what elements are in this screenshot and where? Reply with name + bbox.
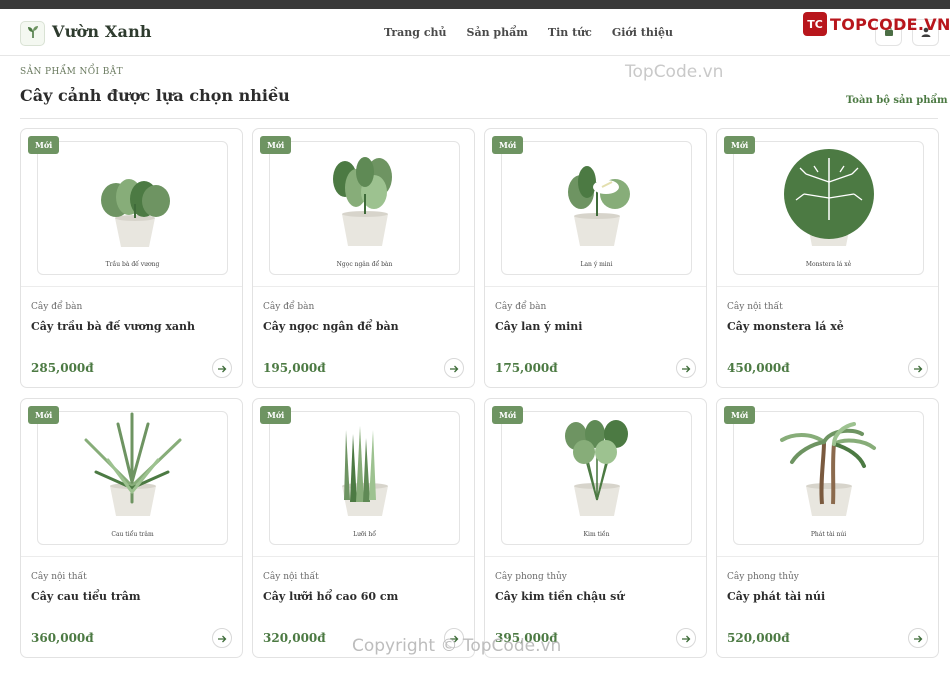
- main-nav: Trang chủ Sản phẩm Tin tức Giới thiệu: [384, 26, 673, 39]
- product-name[interactable]: Cây phát tài núi: [727, 590, 825, 603]
- product-grid: Trầu bà đế vương Mới Cây để bàn Cây trầu…: [20, 128, 939, 658]
- new-badge: Mới: [28, 136, 60, 154]
- section-eyebrow: SẢN PHẨM NỔI BẬT: [20, 67, 124, 77]
- arrow-right-icon: [913, 359, 923, 378]
- product-image: Monstera lá xẻ: [733, 141, 924, 275]
- new-badge: Mới: [260, 136, 292, 154]
- watermark-top: TopCode.vn: [625, 62, 724, 82]
- nav-about[interactable]: Giới thiệu: [612, 26, 673, 39]
- product-category: Cây để bàn: [31, 302, 83, 312]
- section-divider: [20, 118, 938, 119]
- plant-illustration-cau-tieu-tram: [84, 412, 182, 516]
- nav-products[interactable]: Sản phẩm: [467, 26, 528, 39]
- watermark-bottom: Copyright © TopCode.vn: [352, 636, 562, 656]
- product-image: Lan ý mini: [501, 141, 692, 275]
- product-price: 195,000đ: [263, 361, 326, 375]
- plant-illustration-phat-tai-nui: [780, 422, 876, 516]
- product-price: 175,000đ: [495, 361, 558, 375]
- image-caption: Lan ý mini: [580, 261, 613, 268]
- plant-illustration-kim-tien: [565, 420, 628, 516]
- product-price: 520,000đ: [727, 631, 790, 645]
- product-image: Phát tài núi: [733, 411, 924, 545]
- window-top-strip: [0, 0, 950, 9]
- view-product-button[interactable]: [212, 358, 232, 378]
- sprout-icon: [26, 24, 40, 43]
- product-card[interactable]: Cau tiểu trâm Mới Cây nội thất Cây cau t…: [20, 398, 243, 658]
- new-badge: Mới: [724, 406, 756, 424]
- product-price: 360,000đ: [31, 631, 94, 645]
- product-image: Lưỡi hổ: [269, 411, 460, 545]
- new-badge: Mới: [260, 406, 292, 424]
- plant-illustration-luoi-ho: [342, 426, 388, 516]
- new-badge: Mới: [492, 406, 524, 424]
- product-card[interactable]: Lưỡi hổ Mới Cây nội thất Cây lưỡi hổ cao…: [252, 398, 475, 658]
- product-category: Cây phong thủy: [727, 572, 799, 582]
- product-card[interactable]: Kim tiền Mới Cây phong thủy Cây kim tiền…: [484, 398, 707, 658]
- new-badge: Mới: [492, 136, 524, 154]
- arrow-right-icon: [217, 359, 227, 378]
- product-image: Ngọc ngân để bàn: [269, 141, 460, 275]
- product-image: Trầu bà đế vương: [37, 141, 228, 275]
- image-caption: Trầu bà đế vương: [105, 261, 160, 268]
- topcode-text: TOPCODE.VN: [830, 14, 950, 34]
- product-card[interactable]: Phát tài núi Mới Cây phong thủy Cây phát…: [716, 398, 939, 658]
- arrow-right-icon: [681, 359, 691, 378]
- product-price: 285,000đ: [31, 361, 94, 375]
- view-product-button[interactable]: [676, 628, 696, 648]
- image-caption: Ngọc ngân để bàn: [336, 261, 393, 268]
- product-name[interactable]: Cây trầu bà đế vương xanh: [31, 320, 195, 333]
- view-product-button[interactable]: [212, 628, 232, 648]
- image-caption: Cau tiểu trâm: [111, 531, 154, 538]
- arrow-right-icon: [449, 359, 459, 378]
- product-name[interactable]: Cây cau tiểu trâm: [31, 590, 140, 603]
- image-caption: Lưỡi hổ: [353, 531, 376, 538]
- product-category: Cây nội thất: [31, 572, 87, 582]
- product-name[interactable]: Cây lan ý mini: [495, 320, 582, 333]
- nav-news[interactable]: Tin tức: [548, 26, 592, 39]
- product-category: Cây nội thất: [263, 572, 319, 582]
- product-category: Cây nội thất: [727, 302, 783, 312]
- brand-logo[interactable]: [20, 21, 45, 46]
- product-image: Kim tiền: [501, 411, 692, 545]
- plant-illustration-trau-ba: [101, 179, 170, 247]
- product-category: Cây để bàn: [263, 302, 315, 312]
- image-caption: Kim tiền: [583, 531, 610, 538]
- image-caption: Phát tài núi: [810, 531, 847, 538]
- all-products-link[interactable]: Toàn bộ sản phẩm →: [846, 95, 950, 106]
- image-caption: Monstera lá xẻ: [805, 261, 852, 268]
- product-card[interactable]: Lan ý mini Mới Cây để bàn Cây lan ý mini…: [484, 128, 707, 388]
- arrow-right-icon: [913, 629, 923, 648]
- product-image: Cau tiểu trâm: [37, 411, 228, 545]
- product-name[interactable]: Cây kim tiền chậu sứ: [495, 590, 624, 603]
- product-category: Cây để bàn: [495, 302, 547, 312]
- view-product-button[interactable]: [444, 358, 464, 378]
- new-badge: Mới: [28, 406, 60, 424]
- view-product-button[interactable]: [676, 358, 696, 378]
- plant-illustration-lan-y: [568, 166, 630, 246]
- product-card[interactable]: Trầu bà đế vương Mới Cây để bàn Cây trầu…: [20, 128, 243, 388]
- brand-name[interactable]: Vườn Xanh: [52, 22, 152, 41]
- product-price: 320,000đ: [263, 631, 326, 645]
- product-name[interactable]: Cây lưỡi hổ cao 60 cm: [263, 590, 398, 603]
- product-name[interactable]: Cây ngọc ngân để bàn: [263, 320, 399, 333]
- product-category: Cây phong thủy: [495, 572, 567, 582]
- arrow-right-icon: [217, 629, 227, 648]
- plant-illustration-monstera: [784, 149, 874, 246]
- product-card[interactable]: Monstera lá xẻ Mới Cây nội thất Cây mons…: [716, 128, 939, 388]
- view-product-button[interactable]: [908, 628, 928, 648]
- new-badge: Mới: [724, 136, 756, 154]
- product-name[interactable]: Cây monstera lá xẻ: [727, 320, 844, 333]
- topcode-badge: TC TOPCODE.VN: [803, 12, 950, 36]
- section-title: Cây cảnh được lựa chọn nhiều: [20, 86, 290, 105]
- topcode-mark: TC: [803, 12, 827, 36]
- plant-illustration-ngoc-ngan: [333, 157, 392, 246]
- arrow-right-icon: [681, 629, 691, 648]
- product-price: 450,000đ: [727, 361, 790, 375]
- product-card[interactable]: Ngọc ngân để bàn Mới Cây để bàn Cây ngọc…: [252, 128, 475, 388]
- nav-home[interactable]: Trang chủ: [384, 26, 447, 39]
- view-product-button[interactable]: [908, 358, 928, 378]
